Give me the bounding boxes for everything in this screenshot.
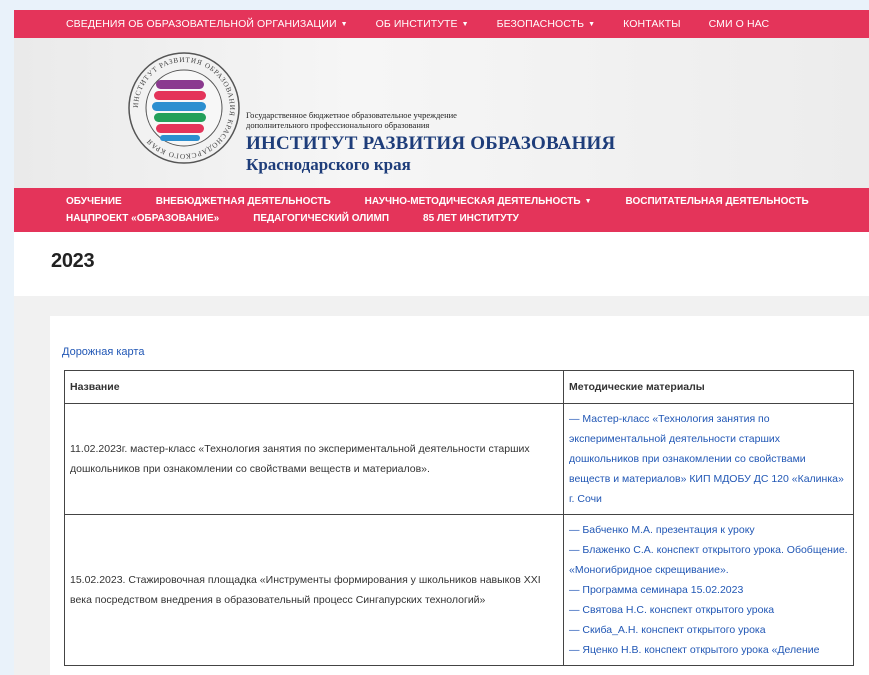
- main-nav-item-row2-0[interactable]: НАЦПРОЕКТ «ОБРАЗОВАНИЕ»: [66, 213, 219, 224]
- content-area: Дорожная карта Название Методические мат…: [50, 316, 869, 675]
- main-nav-item-row1-2[interactable]: НАУЧНО-МЕТОДИЧЕСКАЯ ДЕЯТЕЛЬНОСТЬ ▼: [365, 196, 592, 207]
- top-nav-label: СМИ О НАС: [708, 18, 770, 30]
- org-type: Государственное бюджетное образовательно…: [246, 110, 457, 130]
- material-link[interactable]: — Скиба_А.Н. конспект открытого урока: [569, 620, 848, 640]
- top-nav-label: ОБ ИНСТИТУТЕ: [375, 18, 458, 30]
- material-link[interactable]: — Бабченко М.А. презентация к уроку: [569, 520, 848, 540]
- table-header-row: Название Методические материалы: [64, 370, 854, 404]
- top-nav: СВЕДЕНИЯ ОБ ОБРАЗОВАТЕЛЬНОЙ ОРГАНИЗАЦИИ ▼…: [14, 10, 869, 38]
- main-nav-item-row1-3[interactable]: ВОСПИТАТЕЛЬНАЯ ДЕЯТЕЛЬНОСТЬ: [626, 196, 809, 207]
- org-type-line1: Государственное бюджетное образовательно…: [246, 110, 457, 120]
- top-nav-label: КОНТАКТЫ: [623, 18, 681, 30]
- table-row: 15.02.2023. Стажировочная площадка «Инст…: [64, 514, 854, 666]
- chevron-down-icon: ▼: [461, 21, 469, 28]
- org-type-line2: дополнительного профессионального образо…: [246, 120, 430, 130]
- main-nav-label: 85 ЛЕТ ИНСТИТУТУ: [423, 213, 519, 224]
- event-name-cell: 11.02.2023г. мастер-класс «Технология за…: [64, 403, 564, 515]
- chevron-down-icon: ▼: [588, 21, 596, 28]
- material-link[interactable]: — Мастер-класс «Технология занятия по эк…: [569, 409, 848, 509]
- materials-cell: — Мастер-класс «Технология занятия по эк…: [563, 403, 854, 515]
- main-nav-item-row2-2[interactable]: 85 ЛЕТ ИНСТИТУТУ: [423, 213, 519, 224]
- top-nav-label: БЕЗОПАСНОСТЬ: [496, 18, 585, 30]
- org-name: ИНСТИТУТ РАЗВИТИЯ ОБРАЗОВАНИЯ: [246, 133, 616, 154]
- table-row: 11.02.2023г. мастер-класс «Технология за…: [64, 403, 854, 515]
- title-bar: 2023: [14, 232, 869, 296]
- main-nav-row-2: НАЦПРОЕКТ «ОБРАЗОВАНИЕ» ПЕДАГОГИЧЕСКИЙ ОЛ…: [66, 210, 869, 227]
- top-nav-item-2[interactable]: БЕЗОПАСНОСТЬ ▼: [497, 18, 595, 30]
- org-region: Краснодарского края: [246, 155, 411, 174]
- main-nav-label: ВОСПИТАТЕЛЬНАЯ ДЕЯТЕЛЬНОСТЬ: [625, 196, 809, 207]
- page: СВЕДЕНИЯ ОБ ОБРАЗОВАТЕЛЬНОЙ ОРГАНИЗАЦИИ ▼…: [14, 10, 869, 675]
- chevron-down-icon: ▼: [340, 21, 348, 28]
- material-link[interactable]: — Святова Н.С. конспект открытого урока: [569, 600, 848, 620]
- column-header-name: Название: [64, 370, 564, 404]
- main-nav-label: НАУЧНО-МЕТОДИЧЕСКАЯ ДЕЯТЕЛЬНОСТЬ: [364, 196, 581, 207]
- top-nav-item-3[interactable]: КОНТАКТЫ: [623, 18, 680, 30]
- institute-logo[interactable]: ИНСТИТУТ РАЗВИТИЯ ОБРАЗОВАНИЯ КРАСНОДАРС…: [126, 50, 242, 166]
- material-link[interactable]: — Блаженко С.А. конспект открытого урока…: [569, 540, 848, 580]
- main-nav-label: ВНЕБЮДЖЕТНАЯ ДЕЯТЕЛЬНОСТЬ: [155, 196, 331, 207]
- main-nav-label: ОБУЧЕНИЕ: [66, 196, 122, 207]
- top-nav-label: СВЕДЕНИЯ ОБ ОБРАЗОВАТЕЛЬНОЙ ОРГАНИЗАЦИИ: [66, 18, 337, 30]
- main-nav: ОБУЧЕНИЕ ВНЕБЮДЖЕТНАЯ ДЕЯТЕЛЬНОСТЬ НАУЧНО-…: [14, 188, 869, 232]
- materials-table: Название Методические материалы 11.02.20…: [64, 370, 854, 666]
- site-header: ИНСТИТУТ РАЗВИТИЯ ОБРАЗОВАНИЯ КРАСНОДАРС…: [14, 38, 869, 188]
- material-link[interactable]: — Яценко Н.В. конспект открытого урока «…: [569, 640, 848, 660]
- main-nav-item-row2-1[interactable]: ПЕДАГОГИЧЕСКИЙ ОЛИМП: [253, 213, 389, 224]
- top-nav-item-1[interactable]: ОБ ИНСТИТУТЕ ▼: [376, 18, 469, 30]
- main-nav-row-1: ОБУЧЕНИЕ ВНЕБЮДЖЕТНАЯ ДЕЯТЕЛЬНОСТЬ НАУЧНО-…: [66, 193, 869, 210]
- page-title: 2023: [51, 250, 95, 272]
- main-nav-label: ПЕДАГОГИЧЕСКИЙ ОЛИМП: [253, 213, 390, 224]
- main-nav-item-row1-1[interactable]: ВНЕБЮДЖЕТНАЯ ДЕЯТЕЛЬНОСТЬ: [156, 196, 331, 207]
- top-nav-item-4[interactable]: СМИ О НАС: [709, 18, 770, 30]
- main-nav-label: НАЦПРОЕКТ «ОБРАЗОВАНИЕ»: [66, 213, 220, 224]
- main-nav-item-row1-0[interactable]: ОБУЧЕНИЕ: [66, 196, 122, 207]
- event-name-cell: 15.02.2023. Стажировочная площадка «Инст…: [64, 514, 564, 666]
- materials-cell: — Бабченко М.А. презентация к уроку — Бла…: [563, 514, 854, 666]
- roadmap-link[interactable]: Дорожная карта: [62, 346, 144, 358]
- chevron-down-icon: ▼: [584, 198, 592, 205]
- column-header-materials: Методические материалы: [563, 370, 854, 404]
- material-link[interactable]: — Программа семинара 15.02.2023: [569, 580, 848, 600]
- top-nav-item-0[interactable]: СВЕДЕНИЯ ОБ ОБРАЗОВАТЕЛЬНОЙ ОРГАНИЗАЦИИ ▼: [66, 18, 348, 30]
